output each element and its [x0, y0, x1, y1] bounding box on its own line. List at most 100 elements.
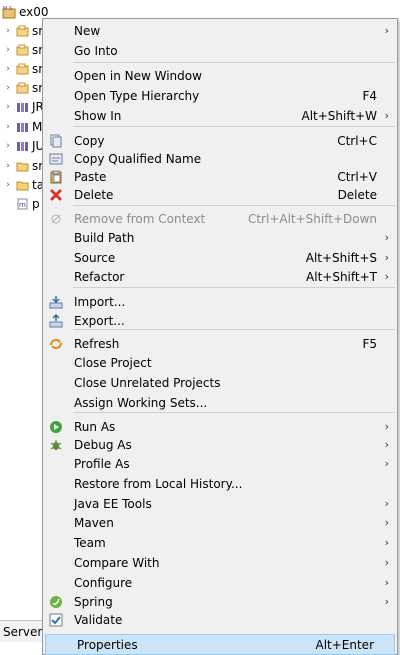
- copy-qualified-name-icon: [49, 152, 63, 166]
- menu-item-validate[interactable]: Validate: [43, 610, 397, 630]
- expand-chevron-icon[interactable]: ›: [3, 141, 13, 151]
- tree-row[interactable]: › sr: [3, 79, 43, 97]
- tree-row[interactable]: › sr: [3, 157, 43, 175]
- tree-row[interactable]: › JU: [3, 137, 44, 155]
- expand-chevron-icon[interactable]: ›: [3, 83, 13, 93]
- menu-item-label: Go Into: [74, 44, 118, 58]
- menu-item-paste[interactable]: Paste Ctrl+V: [43, 167, 397, 187]
- menu-item-profile-as[interactable]: Profile As ›: [43, 454, 397, 474]
- menu-item-label: Open in New Window: [74, 69, 202, 83]
- menu-item-delete[interactable]: Delete Delete: [43, 185, 397, 205]
- menu-item-restore-from-local-history[interactable]: Restore from Local History...: [43, 474, 397, 494]
- menu-item-open-in-new-window[interactable]: Open in New Window: [43, 66, 397, 86]
- expand-chevron-icon[interactable]: ›: [3, 45, 13, 55]
- submenu-arrow-icon: ›: [384, 420, 389, 433]
- menu-item-label: Delete: [74, 188, 114, 202]
- menu-item-shortcut: Alt+Shift+T: [306, 270, 377, 284]
- menu-item-label: Copy: [74, 134, 105, 148]
- package-icon: [16, 82, 29, 94]
- expand-chevron-icon[interactable]: ›: [3, 64, 13, 74]
- menu-item-label: Java EE Tools: [74, 497, 152, 511]
- svg-text:S: S: [9, 6, 12, 12]
- expand-chevron-icon[interactable]: ›: [3, 161, 13, 171]
- library-icon: [17, 142, 28, 151]
- menu-item-show-in[interactable]: Show In Alt+Shift+W ›: [43, 106, 397, 126]
- menu-item-copy[interactable]: Copy Ctrl+C: [43, 131, 397, 151]
- menu-item-shortcut: F4: [362, 89, 377, 103]
- tree-row[interactable]: › sr: [3, 60, 43, 78]
- menu-separator: [73, 62, 395, 63]
- menu-item-compare-with[interactable]: Compare With ›: [43, 553, 397, 573]
- menu-item-shortcut: Delete: [337, 188, 377, 202]
- tree-row[interactable]: › ta: [3, 176, 44, 194]
- menu-item-configure[interactable]: Configure ›: [43, 573, 397, 593]
- tree-row[interactable]: mp: [3, 195, 40, 213]
- menu-item-shortcut: Alt+Enter: [315, 638, 374, 652]
- menu-item-close-project[interactable]: Close Project: [43, 353, 397, 373]
- maven-project-icon: M S: [2, 6, 16, 19]
- menu-separator: [73, 126, 395, 127]
- tree-row[interactable]: › sr: [3, 41, 43, 59]
- menu-item-label: Paste: [74, 170, 107, 184]
- submenu-arrow-icon: ›: [384, 576, 389, 589]
- expand-chevron-icon[interactable]: ›: [3, 26, 13, 36]
- package-icon: [16, 25, 29, 37]
- menu-item-source[interactable]: Source Alt+Shift+S ›: [43, 248, 397, 268]
- menu-item-label: Spring: [74, 595, 113, 609]
- import-icon: [49, 295, 63, 309]
- tree-row[interactable]: › sr: [3, 22, 43, 40]
- folder-icon: [16, 181, 29, 191]
- menu-item-copy-qualified-name[interactable]: Copy Qualified Name: [43, 149, 397, 169]
- menu-item-assign-working-sets[interactable]: Assign Working Sets...: [43, 393, 397, 413]
- menu-item-team[interactable]: Team ›: [43, 533, 397, 553]
- expand-chevron-icon[interactable]: ›: [3, 102, 13, 112]
- servers-tab[interactable]: Servers: [0, 620, 49, 642]
- menu-item-java-ee-tools[interactable]: Java EE Tools ›: [43, 494, 397, 514]
- expand-chevron-icon[interactable]: ›: [3, 180, 13, 190]
- menu-item-export[interactable]: Export...: [43, 311, 397, 331]
- menu-item-remove-from-context[interactable]: Remove from Context Ctrl+Alt+Shift+Down: [43, 209, 397, 229]
- package-icon: [16, 63, 29, 75]
- menu-item-label: Close Unrelated Projects: [74, 376, 221, 390]
- menu-item-close-unrelated-projects[interactable]: Close Unrelated Projects: [43, 373, 397, 393]
- submenu-arrow-icon: ›: [384, 109, 389, 122]
- submenu-arrow-icon: ›: [384, 24, 389, 37]
- refresh-icon: [49, 337, 63, 351]
- menu-item-debug-as[interactable]: Debug As ›: [43, 435, 397, 455]
- menu-item-spring[interactable]: Spring ›: [43, 592, 397, 612]
- menu-item-label: New: [74, 24, 101, 38]
- menu-item-properties[interactable]: Properties Alt+Enter: [45, 634, 395, 655]
- menu-item-import[interactable]: Import...: [43, 292, 397, 312]
- submenu-arrow-icon: ›: [384, 457, 389, 470]
- paste-icon: [49, 170, 63, 184]
- menu-item-label: Validate: [74, 613, 123, 627]
- menu-item-shortcut: Ctrl+V: [337, 170, 377, 184]
- menu-item-label: Export...: [74, 314, 125, 328]
- menu-item-new[interactable]: New ›: [43, 21, 397, 41]
- menu-item-run-as[interactable]: Run As ›: [43, 417, 397, 437]
- pom-file-icon: m: [17, 198, 28, 210]
- validate-checkbox-icon: [49, 613, 63, 627]
- tree-row[interactable]: › M: [3, 118, 42, 136]
- menu-item-maven[interactable]: Maven ›: [43, 513, 397, 533]
- menu-item-label: Properties: [77, 638, 138, 652]
- menu-item-refresh[interactable]: Refresh F5: [43, 334, 397, 354]
- submenu-arrow-icon: ›: [384, 270, 389, 283]
- expand-chevron-icon[interactable]: ›: [3, 122, 13, 132]
- menu-item-go-into[interactable]: Go Into: [43, 41, 397, 61]
- menu-item-label: Team: [74, 536, 106, 550]
- menu-item-label: Close Project: [74, 356, 152, 370]
- project-explorer: M S ex00 › sr › sr › sr › sr › JR › M › JU › sr › ta m p Se…: [0, 0, 49, 642]
- menu-item-label: Compare With: [74, 556, 160, 570]
- menu-item-shortcut: Ctrl+Alt+Shift+Down: [247, 212, 377, 226]
- menu-item-refactor[interactable]: Refactor Alt+Shift+T ›: [43, 267, 397, 287]
- library-icon: [17, 103, 28, 112]
- library-icon: [17, 123, 28, 132]
- submenu-arrow-icon: ›: [384, 251, 389, 264]
- menu-item-open-type-hierarchy[interactable]: Open Type Hierarchy F4: [43, 86, 397, 106]
- tree-row[interactable]: › JR: [3, 98, 44, 116]
- run-icon: [49, 420, 63, 434]
- menu-item-label: Copy Qualified Name: [74, 152, 202, 166]
- menu-item-build-path[interactable]: Build Path ›: [43, 228, 397, 248]
- menu-item-shortcut: F5: [362, 337, 377, 351]
